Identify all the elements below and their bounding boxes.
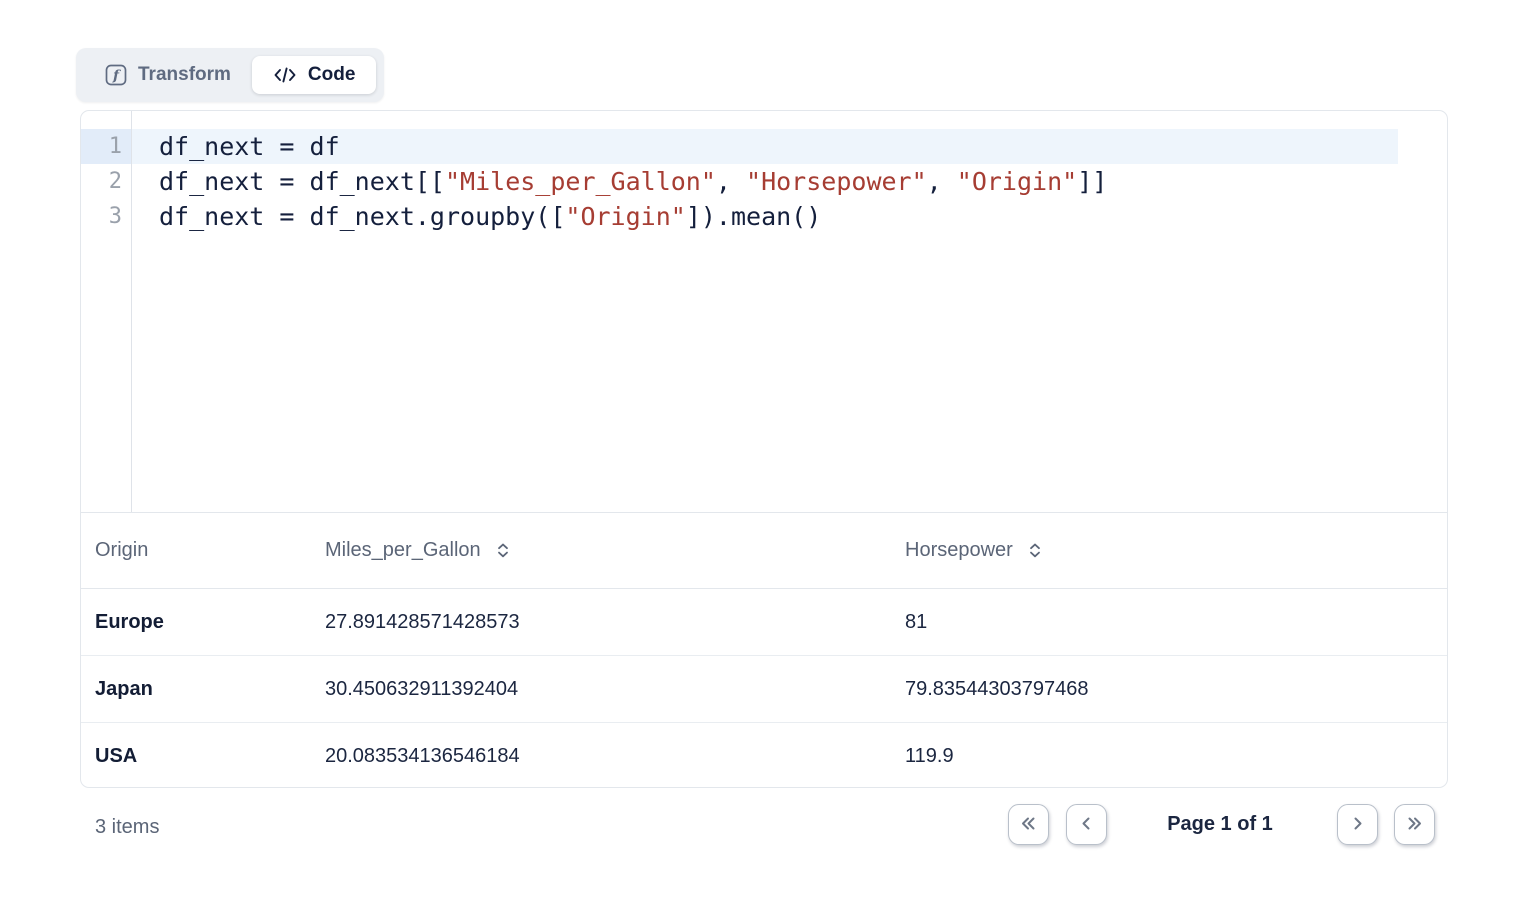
cell-horsepower: 81 bbox=[905, 611, 1447, 634]
sort-icon[interactable] bbox=[1027, 541, 1043, 560]
cell-origin: Japan bbox=[95, 678, 325, 701]
next-page-button[interactable] bbox=[1337, 804, 1378, 845]
line-number: 2 bbox=[81, 164, 131, 199]
function-icon: f bbox=[105, 64, 127, 86]
code-line[interactable]: df_next = df_next.groupby(["Origin"]).me… bbox=[132, 199, 1447, 234]
chevrons-left-icon bbox=[1018, 813, 1039, 837]
code-token: df_next = df_next.groupby([ bbox=[159, 202, 565, 231]
chevron-right-icon bbox=[1347, 813, 1368, 837]
code-line[interactable]: df_next = df bbox=[132, 129, 1398, 164]
cell-horsepower: 79.83544303797468 bbox=[905, 678, 1447, 701]
cell-origin: Europe bbox=[95, 611, 325, 634]
table-row: USA20.083534136546184119.9 bbox=[81, 723, 1447, 788]
code-token: ]).mean() bbox=[686, 202, 821, 231]
code-lines[interactable]: df_next = df df_next = df_next[["Miles_pe… bbox=[132, 111, 1447, 512]
first-page-button[interactable] bbox=[1008, 804, 1049, 845]
last-page-button[interactable] bbox=[1394, 804, 1435, 845]
cell-miles_per_gallon: 20.083534136546184 bbox=[325, 745, 905, 768]
code-line[interactable]: df_next = df_next[["Miles_per_Gallon", "… bbox=[132, 164, 1447, 199]
cell-miles_per_gallon: 27.891428571428573 bbox=[325, 611, 905, 634]
tab-label: Code bbox=[308, 64, 356, 86]
view-mode-tabs: f Transform Code bbox=[76, 48, 384, 102]
column-header-miles_per_gallon[interactable]: Miles_per_Gallon bbox=[325, 539, 905, 562]
code-token: "Origin" bbox=[957, 167, 1077, 196]
code-token: df_next = df bbox=[159, 132, 340, 161]
chevrons-right-icon bbox=[1404, 813, 1425, 837]
line-number-gutter: 123 bbox=[81, 111, 132, 512]
table-row: Europe27.89142857142857381 bbox=[81, 589, 1447, 656]
items-count: 3 items bbox=[95, 816, 159, 839]
tab-code[interactable]: Code bbox=[252, 56, 377, 94]
cell-miles_per_gallon: 30.450632911392404 bbox=[325, 678, 905, 701]
previous-page-button[interactable] bbox=[1066, 804, 1107, 845]
code-editor[interactable]: 123 df_next = df df_next = df_next[["Mile… bbox=[81, 111, 1447, 513]
line-number: 3 bbox=[81, 199, 131, 234]
column-label: Horsepower bbox=[905, 539, 1013, 562]
table-row: Japan30.45063291139240479.83544303797468 bbox=[81, 656, 1447, 723]
cell-origin: USA bbox=[95, 745, 325, 768]
transform-card: 123 df_next = df df_next = df_next[["Mile… bbox=[80, 110, 1448, 788]
cell-horsepower: 119.9 bbox=[905, 745, 1447, 768]
tab-label: Transform bbox=[138, 64, 231, 86]
code-token: "Horsepower" bbox=[746, 167, 927, 196]
tab-transform[interactable]: f Transform bbox=[84, 56, 252, 94]
code-token: "Origin" bbox=[565, 202, 685, 231]
column-label: Origin bbox=[95, 539, 148, 562]
table-body: Europe27.89142857142857381Japan30.450632… bbox=[81, 589, 1447, 788]
results-table: OriginMiles_per_GallonHorsepower Europe2… bbox=[81, 513, 1447, 788]
code-token: df_next = df_next[[ bbox=[159, 167, 445, 196]
sort-icon[interactable] bbox=[495, 541, 511, 560]
column-label: Miles_per_Gallon bbox=[325, 539, 481, 562]
chevron-left-icon bbox=[1076, 813, 1097, 837]
page-indicator: Page 1 of 1 bbox=[1125, 804, 1315, 845]
code-token: , bbox=[716, 167, 746, 196]
code-token: "Miles_per_Gallon" bbox=[445, 167, 716, 196]
code-token: ]] bbox=[1077, 167, 1107, 196]
column-header-origin: Origin bbox=[95, 539, 325, 562]
column-header-horsepower[interactable]: Horsepower bbox=[905, 539, 1447, 562]
code-icon bbox=[273, 64, 297, 86]
line-number: 1 bbox=[81, 129, 131, 164]
table-header: Origin Miles_per_Gallon Horsepower bbox=[81, 513, 1447, 589]
svg-text:f: f bbox=[112, 68, 122, 84]
code-token: , bbox=[927, 167, 957, 196]
